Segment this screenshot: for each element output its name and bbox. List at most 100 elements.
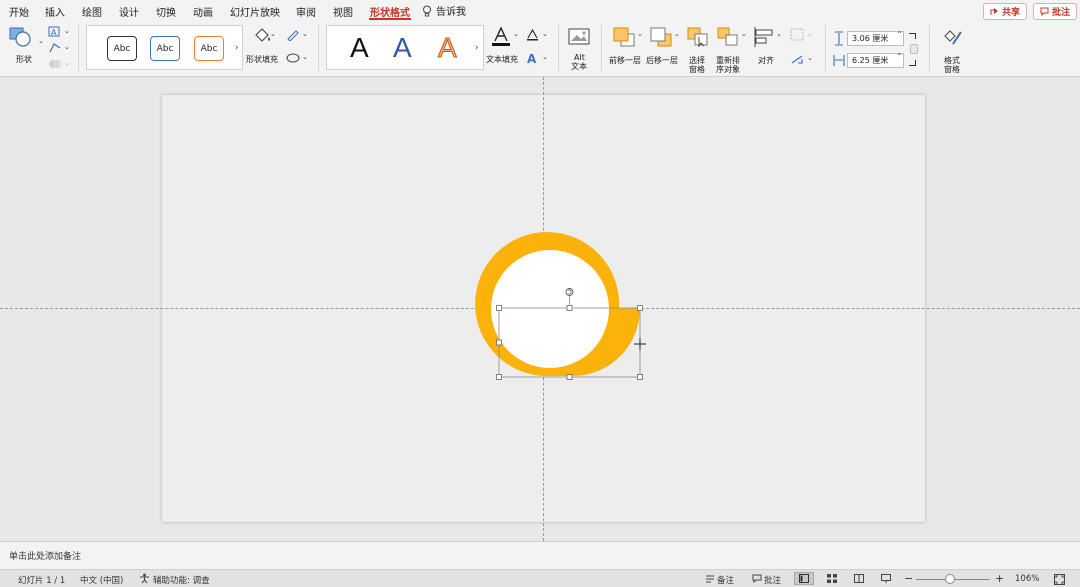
selection-pane-label-2: 窗格 xyxy=(689,65,705,74)
selection-pane-label-1: 选择 xyxy=(689,56,705,65)
normal-view-icon xyxy=(799,574,809,583)
shape-style-2[interactable]: Abc xyxy=(150,36,180,61)
send-backward-label: 后移一层 xyxy=(646,56,678,65)
menu-design[interactable]: 设计 xyxy=(119,4,139,19)
resize-handle[interactable] xyxy=(566,374,573,380)
wordart-style-2[interactable]: A xyxy=(393,31,412,65)
menu-slideshow[interactable]: 幻灯片放映 xyxy=(230,4,280,19)
accessibility-icon[interactable] xyxy=(139,573,150,584)
menu-home[interactable]: 开始 xyxy=(9,4,29,19)
share-button[interactable]: 共享 xyxy=(983,3,1028,20)
merge-shapes-chevron: ⌄ xyxy=(64,59,70,67)
zoom-slider-knob[interactable] xyxy=(945,574,956,584)
menu-review[interactable]: 审阅 xyxy=(296,4,316,19)
edit-shape-icon[interactable]: A xyxy=(48,26,62,38)
resize-handle[interactable] xyxy=(496,339,502,346)
slide-counter: 幻灯片 1 / 1 xyxy=(18,576,66,586)
zoom-out-button[interactable]: − xyxy=(904,572,913,585)
tell-me[interactable]: 告诉我 xyxy=(422,3,466,18)
format-pane-label-1: 格式 xyxy=(944,56,960,65)
slideshow-view-button[interactable] xyxy=(876,572,896,585)
bring-forward-label: 前移一层 xyxy=(609,56,641,65)
align-icon xyxy=(754,27,773,47)
shape-styles-gallery: Abc Abc Abc › xyxy=(86,25,243,70)
menu-insert[interactable]: 插入 xyxy=(45,4,65,19)
align-chevron[interactable]: ⌄ xyxy=(776,30,782,38)
text-box-chevron[interactable]: ⌄ xyxy=(64,43,70,51)
resize-handle[interactable] xyxy=(637,305,643,311)
wordart-style-1[interactable]: A xyxy=(350,31,369,65)
alt-text-button[interactable]: Alt 文本 xyxy=(566,27,592,71)
bring-forward-chevron[interactable]: ⌄ xyxy=(637,30,643,38)
zoom-in-button[interactable]: + xyxy=(995,572,1004,585)
insert-shape-button[interactable]: 形状 xyxy=(8,26,40,68)
format-pane-button[interactable]: 格式 窗格 xyxy=(938,26,966,74)
shape-icon xyxy=(9,27,31,47)
rotate-chevron[interactable]: ⌄ xyxy=(807,54,813,62)
reorder-label-1: 重新排 xyxy=(716,56,740,65)
text-effects-icon[interactable]: A xyxy=(526,52,539,65)
shape-fill-label: 形状填充 xyxy=(246,55,278,64)
fit-to-window-icon[interactable] xyxy=(1054,574,1065,585)
menu-view[interactable]: 视图 xyxy=(333,4,353,19)
menu-bar: 开始 插入 绘图 设计 切换 动画 幻灯片放映 审阅 视图 形状格式 告诉我 共… xyxy=(0,0,1080,21)
menu-animations[interactable]: 动画 xyxy=(193,4,213,19)
comments-toggle[interactable]: 批注 xyxy=(764,574,781,586)
shape-fill-chevron[interactable]: ⌄ xyxy=(270,30,276,38)
text-box-icon[interactable] xyxy=(48,42,62,54)
shapes-label: 形状 xyxy=(16,55,32,64)
menu-draw[interactable]: 绘图 xyxy=(82,4,102,19)
slide-sorter-view-button[interactable] xyxy=(822,572,842,585)
shape-effects-chevron[interactable]: ⌄ xyxy=(302,53,308,61)
shapes-dropdown-chevron[interactable]: ⌄ xyxy=(38,37,44,45)
pen-icon[interactable] xyxy=(286,29,300,41)
normal-view-button[interactable] xyxy=(794,572,814,585)
shape-style-1[interactable]: Abc xyxy=(107,36,137,61)
height-stepper[interactable]: ⌃ xyxy=(896,30,903,39)
send-backward-chevron[interactable]: ⌄ xyxy=(674,30,680,38)
comments-button[interactable]: 批注 xyxy=(1033,3,1078,20)
wordart-style-3[interactable]: A xyxy=(438,31,458,65)
reading-view-button[interactable] xyxy=(849,572,869,585)
aspect-bracket-top xyxy=(909,33,916,39)
text-outline-icon[interactable] xyxy=(526,28,539,41)
lock-aspect-ratio-toggle[interactable] xyxy=(907,33,919,67)
comment-icon xyxy=(1040,7,1049,16)
resize-handle[interactable] xyxy=(637,374,643,380)
comment-icon[interactable] xyxy=(752,574,762,584)
text-effects-chevron[interactable]: ⌄ xyxy=(542,53,548,61)
resize-handle[interactable] xyxy=(496,374,502,380)
white-disc-shape[interactable] xyxy=(491,250,609,368)
grid-icon xyxy=(827,574,837,583)
shape-style-3[interactable]: Abc xyxy=(194,36,224,61)
text-fill-chevron[interactable]: ⌄ xyxy=(513,30,519,38)
reorder-chevron[interactable]: ⌄ xyxy=(741,30,747,38)
wordart-more-chevron[interactable]: › xyxy=(475,43,479,53)
styles-more-chevron[interactable]: › xyxy=(235,43,239,53)
accessibility-status[interactable]: 辅助功能: 调查 xyxy=(153,574,210,586)
slide-canvas[interactable] xyxy=(0,77,1080,541)
tell-me-label: 告诉我 xyxy=(436,7,466,18)
notes-toggle[interactable]: 备注 xyxy=(717,574,734,586)
language-indicator[interactable]: 中文 (中国) xyxy=(80,574,123,586)
lightbulb-icon xyxy=(423,5,431,16)
comments-label: 批注 xyxy=(1052,8,1071,18)
rotate-icon[interactable] xyxy=(790,53,804,66)
menu-shape-format[interactable]: 形状格式 xyxy=(370,4,410,19)
eraser-icon[interactable] xyxy=(286,52,300,64)
notes-pane[interactable]: 单击此处添加备注 xyxy=(0,541,1080,569)
resize-handle[interactable] xyxy=(496,305,502,311)
shape-outline-chevron[interactable]: ⌄ xyxy=(302,30,308,38)
selection-pane-button[interactable]: 选择 窗格 xyxy=(684,26,712,74)
zoom-level[interactable]: 106% xyxy=(1015,574,1039,584)
menu-transitions[interactable]: 切换 xyxy=(156,4,176,19)
edit-shape-chevron[interactable]: ⌄ xyxy=(64,27,70,35)
notes-placeholder[interactable]: 单击此处添加备注 xyxy=(9,549,81,562)
text-outline-chevron[interactable]: ⌄ xyxy=(542,30,548,38)
svg-text:A: A xyxy=(51,28,57,37)
resize-handle[interactable] xyxy=(566,305,573,311)
selected-shape[interactable] xyxy=(470,232,660,392)
width-stepper[interactable]: ⌃ xyxy=(896,52,903,61)
notes-icon[interactable] xyxy=(705,574,715,584)
shape-fill-button[interactable]: 形状填充 xyxy=(246,26,282,68)
